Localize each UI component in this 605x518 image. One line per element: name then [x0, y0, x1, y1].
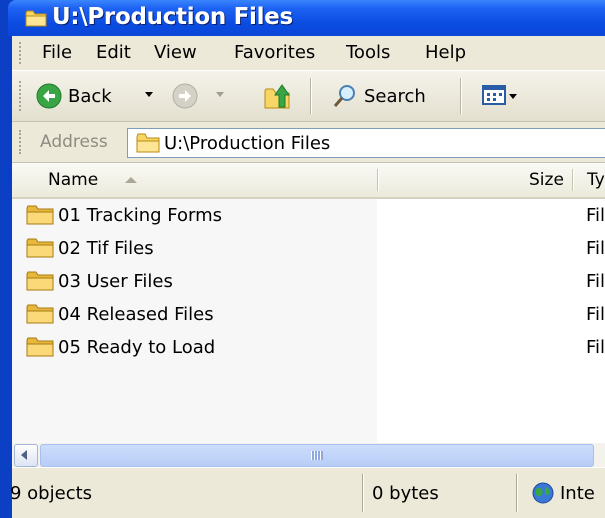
chevron-down-icon[interactable]	[145, 92, 153, 97]
views-button[interactable]	[476, 79, 530, 113]
sort-ascending-icon	[125, 177, 137, 183]
address-bar: Address U:\Production Files	[12, 122, 605, 163]
file-name: 04 Released Files	[58, 304, 214, 325]
file-name: 05 Ready to Load	[58, 337, 216, 358]
status-divider	[516, 474, 518, 512]
file-name: 03 User Files	[58, 271, 173, 292]
chevron-down-icon	[509, 94, 517, 99]
horizontal-scrollbar[interactable]	[12, 443, 605, 467]
list-item[interactable]: 02 Tif Files File	[12, 232, 605, 265]
status-zone: Inte	[560, 483, 595, 504]
menu-edit[interactable]: Edit	[96, 42, 131, 63]
list-item[interactable]: 03 User Files File	[12, 265, 605, 298]
window-title: U:\Production Files	[52, 4, 293, 30]
folder-icon	[26, 205, 54, 225]
globe-icon	[532, 482, 554, 504]
status-size: 0 bytes	[372, 483, 439, 504]
toolbar-separator	[310, 78, 312, 114]
folder-icon	[26, 238, 54, 258]
column-header-size[interactable]: Size	[529, 170, 564, 190]
menu-bar: File Edit View Favorites Tools Help	[12, 36, 605, 71]
list-header: Name Size Ty	[12, 163, 605, 199]
scrollbar-thumb[interactable]	[40, 444, 594, 467]
file-name: 02 Tif Files	[58, 238, 154, 259]
views-icon	[482, 85, 506, 105]
file-type: File	[586, 238, 605, 259]
menu-tools[interactable]: Tools	[346, 42, 390, 63]
file-name: 01 Tracking Forms	[58, 205, 223, 226]
list-item[interactable]: 01 Tracking Forms File	[12, 199, 605, 232]
menu-grip[interactable]	[19, 42, 24, 64]
column-header-name[interactable]: Name	[48, 170, 98, 190]
folder-icon	[26, 337, 54, 357]
up-folder-icon[interactable]	[262, 81, 292, 111]
back-arrow-icon	[36, 83, 62, 109]
folder-icon	[25, 10, 47, 27]
explorer-window: U:\Production Files File Edit View Favor…	[8, 0, 605, 518]
folder-icon	[26, 304, 54, 324]
toolbar-grip[interactable]	[19, 81, 24, 111]
address-field[interactable]: U:\Production Files	[127, 128, 605, 158]
search-label: Search	[364, 86, 426, 107]
file-type: File	[586, 205, 605, 226]
file-type: File	[586, 271, 605, 292]
address-label: Address	[40, 132, 108, 152]
list-item[interactable]: 04 Released Files File	[12, 298, 605, 331]
address-grip[interactable]	[19, 130, 24, 154]
toolbar-separator	[460, 78, 462, 114]
search-button[interactable]: Search	[328, 77, 448, 115]
back-button[interactable]: Back	[32, 77, 154, 115]
list-item[interactable]: 05 Ready to Load File	[12, 331, 605, 364]
chevron-down-icon[interactable]	[216, 92, 224, 97]
back-label: Back	[68, 86, 112, 107]
status-object-count: 9 objects	[10, 483, 93, 504]
file-type: File	[586, 304, 605, 325]
thumb-grip-icon	[311, 451, 323, 460]
menu-favorites[interactable]: Favorites	[234, 42, 315, 63]
menu-view[interactable]: View	[154, 42, 197, 63]
folder-icon	[26, 271, 54, 291]
status-bar: 9 objects 0 bytes Inte	[10, 467, 605, 518]
status-divider	[362, 474, 364, 512]
file-list: Name Size Ty 01 Tracking Forms File 02 T…	[12, 163, 605, 443]
search-icon	[333, 85, 355, 107]
folder-icon	[136, 133, 160, 153]
forward-arrow-icon	[172, 83, 198, 109]
menu-file[interactable]: File	[42, 42, 72, 63]
file-type: File	[586, 337, 605, 358]
standard-toolbar: Back Search	[12, 71, 605, 122]
chevron-left-icon	[21, 450, 27, 460]
title-bar[interactable]: U:\Production Files	[8, 0, 605, 36]
column-header-type[interactable]: Ty	[587, 170, 605, 190]
column-divider[interactable]	[377, 169, 379, 191]
address-value: U:\Production Files	[164, 133, 331, 154]
scroll-left-button[interactable]	[14, 444, 38, 467]
window-client: File Edit View Favorites Tools Help Back	[10, 36, 605, 518]
column-divider[interactable]	[572, 169, 574, 191]
forward-button[interactable]	[172, 77, 244, 115]
menu-help[interactable]: Help	[425, 42, 466, 63]
